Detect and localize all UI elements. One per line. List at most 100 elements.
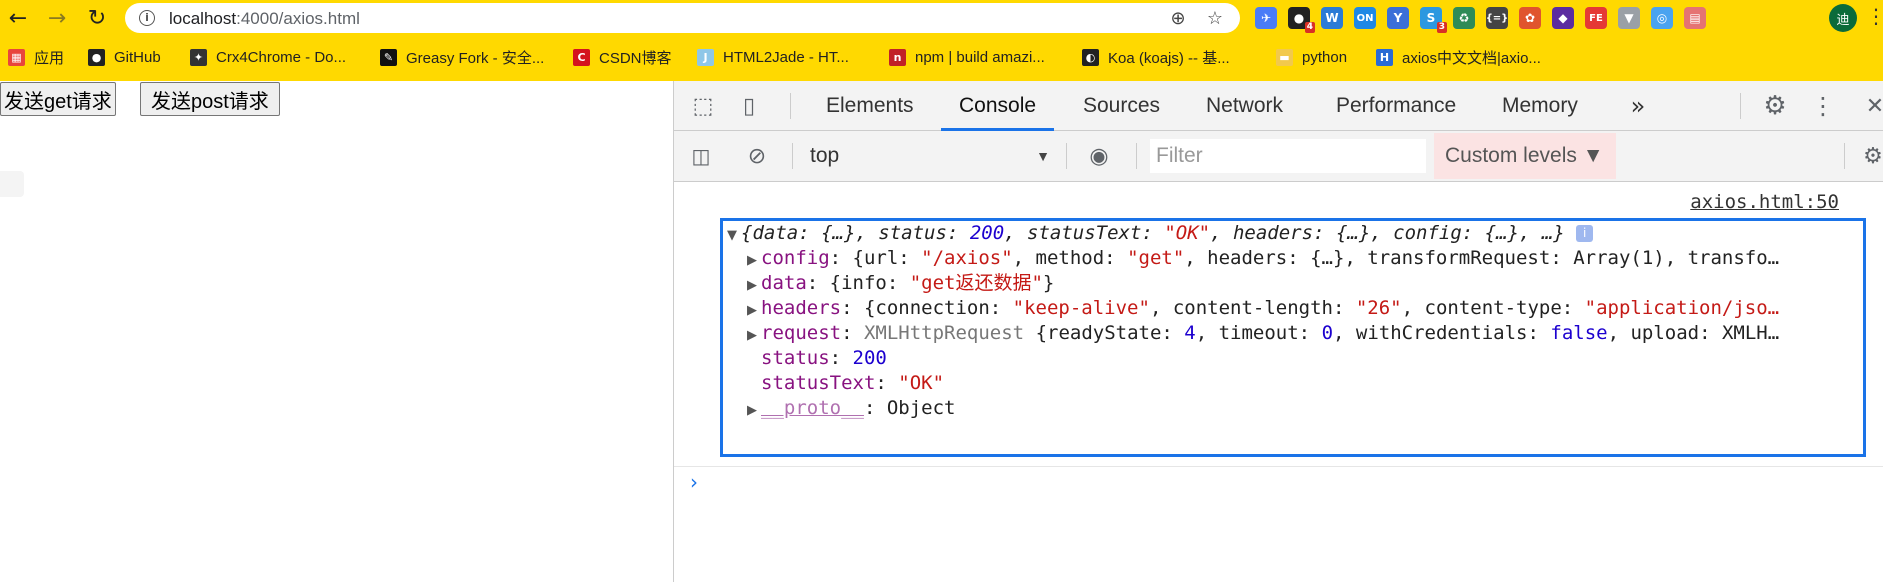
ext-icon-13[interactable]: ◎	[1651, 7, 1673, 29]
property-value: :	[829, 347, 853, 369]
send-get-button[interactable]: 发送get请求	[0, 82, 116, 116]
forward-button[interactable]: →	[43, 4, 71, 32]
bookmark-item[interactable]: ● GitHub	[88, 44, 161, 70]
bookmark-item[interactable]: ✎ Greasy Fork - 安全...	[380, 44, 544, 70]
ext-icon-8[interactable]: {=}	[1486, 7, 1508, 29]
back-button[interactable]: ←	[4, 4, 32, 32]
ext-icon-3[interactable]: W	[1321, 7, 1343, 29]
ext-icon-12[interactable]: ▼	[1618, 7, 1640, 29]
property-value: "application/jso…	[1584, 297, 1780, 319]
close-devtools-icon[interactable]: ✕	[1866, 92, 1883, 120]
tab-performance[interactable]: Performance	[1334, 81, 1458, 131]
summary-token: status	[878, 222, 947, 244]
property-value: "get"	[1127, 247, 1185, 269]
bookmark-label: GitHub	[114, 48, 161, 66]
sidebar-toggle-icon[interactable]: ◫	[686, 143, 716, 169]
site-info-icon[interactable]: i	[139, 10, 155, 26]
ext-icon-4[interactable]: ON	[1354, 7, 1376, 29]
property-value: 0	[1321, 322, 1334, 344]
settings-gear-icon[interactable]: ⚙	[1760, 91, 1790, 121]
koa-icon: ◐	[1082, 48, 1099, 66]
bookmark-item[interactable]: ✦ Crx4Chrome - Do...	[190, 44, 346, 70]
address-bar[interactable]: i localhost:4000/axios.html ⊕ ☆	[125, 3, 1240, 33]
page-content: 发送get请求 发送post请求	[0, 81, 673, 582]
clear-console-icon[interactable]: ⊘	[744, 143, 770, 169]
object-summary-row[interactable]: ▼ {data: {…}, status: 200, statusText: "O…	[723, 221, 1594, 248]
console-divider	[674, 466, 1883, 467]
log-levels-dropdown[interactable]: Custom levels ▼	[1434, 133, 1616, 179]
bookmark-item[interactable]: ▦ 应用	[8, 44, 64, 70]
bookmark-item[interactable]: J HTML2Jade - HT...	[697, 44, 849, 70]
collapsed-tab-handle[interactable]	[0, 171, 24, 197]
property-value: "/axios"	[921, 247, 1013, 269]
console-toolbar: ◫ ⊘ top ▼ ◉ Filter Custom levels ▼ ⚙	[674, 131, 1883, 182]
property-row[interactable]: ▶ __proto__: Object	[743, 396, 955, 421]
ext-icon-7[interactable]: ♻	[1453, 7, 1475, 29]
bookmark-label: npm | build amazi...	[915, 48, 1045, 66]
info-badge-icon[interactable]: i	[1576, 225, 1594, 242]
inspect-element-icon[interactable]: ⬚	[690, 93, 716, 119]
property-row[interactable]: ▶ headers: {connection: "keep-alive", con…	[743, 296, 1779, 321]
bookmark-item[interactable]: C CSDN博客	[573, 44, 672, 70]
ext-icon-14[interactable]: ▤	[1684, 7, 1706, 29]
expand-triangle-icon[interactable]: ▶	[743, 323, 761, 348]
ext-icon-8-glyph: {=}	[1485, 12, 1509, 24]
devtools-menu-icon[interactable]: ⋮	[1811, 92, 1835, 120]
tab-network[interactable]: Network	[1204, 81, 1285, 131]
tab-elements[interactable]: Elements	[824, 81, 916, 131]
collapse-triangle-icon[interactable]: ▼	[723, 223, 741, 248]
summary-token: ,	[1004, 222, 1028, 244]
ext-icon-11[interactable]: FE	[1585, 7, 1607, 29]
browser-menu-icon[interactable]: ⋮	[1866, 4, 1883, 28]
send-post-button[interactable]: 发送post请求	[140, 82, 280, 116]
ext-icon-11-glyph: FE	[1589, 12, 1603, 24]
property-value: "OK"	[898, 372, 945, 394]
tab-console[interactable]: Console	[941, 81, 1055, 131]
url-host: localhost	[169, 9, 237, 28]
folder-icon: ▬	[1276, 48, 1293, 66]
context-selector[interactable]: top ▼	[810, 139, 1060, 173]
console-prompt-icon[interactable]: ›	[690, 470, 698, 494]
profile-avatar[interactable]: 迪	[1829, 4, 1857, 32]
ext-icon-2-glyph: ●	[1293, 11, 1305, 25]
reload-button[interactable]: ↻	[83, 4, 111, 32]
bookmark-item[interactable]: Haxios中文文档|axio...	[1376, 44, 1541, 70]
tab-memory[interactable]: Memory	[1500, 81, 1580, 131]
ext-icon-9[interactable]: ✿	[1519, 7, 1541, 29]
expand-triangle-icon[interactable]: ▶	[743, 298, 761, 323]
url-text[interactable]: localhost:4000/axios.html	[169, 9, 360, 29]
summary-token: 200	[969, 222, 1005, 244]
ext-icon-1[interactable]: ✈	[1255, 7, 1277, 29]
ext-icon-3-glyph: W	[1325, 11, 1339, 25]
property-row[interactable]: ▶ request: XMLHttpRequest {readyState: 4,…	[743, 321, 1779, 346]
property-value: : Object	[863, 397, 956, 419]
summary-token: {	[741, 222, 753, 244]
expand-triangle-icon[interactable]: ▶	[743, 273, 761, 298]
tab-sources[interactable]: Sources	[1081, 81, 1162, 131]
console-filter-input[interactable]: Filter	[1150, 139, 1426, 173]
bookmark-item[interactable]: n npm | build amazi...	[889, 44, 1045, 70]
ext-icon-5[interactable]: Y	[1387, 7, 1409, 29]
ext-icon-13-glyph: ◎	[1656, 11, 1668, 25]
property-key: statusText	[761, 372, 876, 394]
summary-token: "OK"	[1164, 222, 1211, 244]
property-key: __proto__	[761, 397, 864, 419]
source-location-link[interactable]: axios.html:50	[1690, 191, 1839, 213]
property-row[interactable]: ▶ config: {url: "/axios", method: "get", …	[743, 246, 1779, 271]
property-value: , content-length:	[1149, 297, 1356, 319]
live-expression-eye-icon[interactable]: ◉	[1084, 143, 1114, 169]
zoom-icon[interactable]: ⊕	[1166, 6, 1190, 30]
more-tabs-icon[interactable]: »	[1626, 91, 1650, 121]
expand-triangle-icon[interactable]: ▶	[743, 398, 761, 423]
device-toolbar-icon[interactable]: ▯	[736, 91, 762, 121]
property-row[interactable]: ▶ data: {info: "get返还数据"}	[743, 271, 1054, 296]
ext-icon-2[interactable]: ● 4	[1288, 7, 1315, 33]
bookmark-label: HTML2Jade - HT...	[723, 48, 849, 66]
ext-icon-6[interactable]: S3	[1420, 7, 1447, 33]
bookmark-star-icon[interactable]: ☆	[1203, 6, 1227, 30]
ext-icon-10[interactable]: ◆	[1552, 7, 1574, 29]
bookmark-item[interactable]: ▬ python	[1276, 44, 1347, 70]
console-settings-gear-icon[interactable]: ⚙	[1862, 143, 1883, 169]
bookmark-item[interactable]: ◐ Koa (koajs) -- 基...	[1082, 44, 1230, 70]
expand-triangle-icon[interactable]: ▶	[743, 248, 761, 273]
